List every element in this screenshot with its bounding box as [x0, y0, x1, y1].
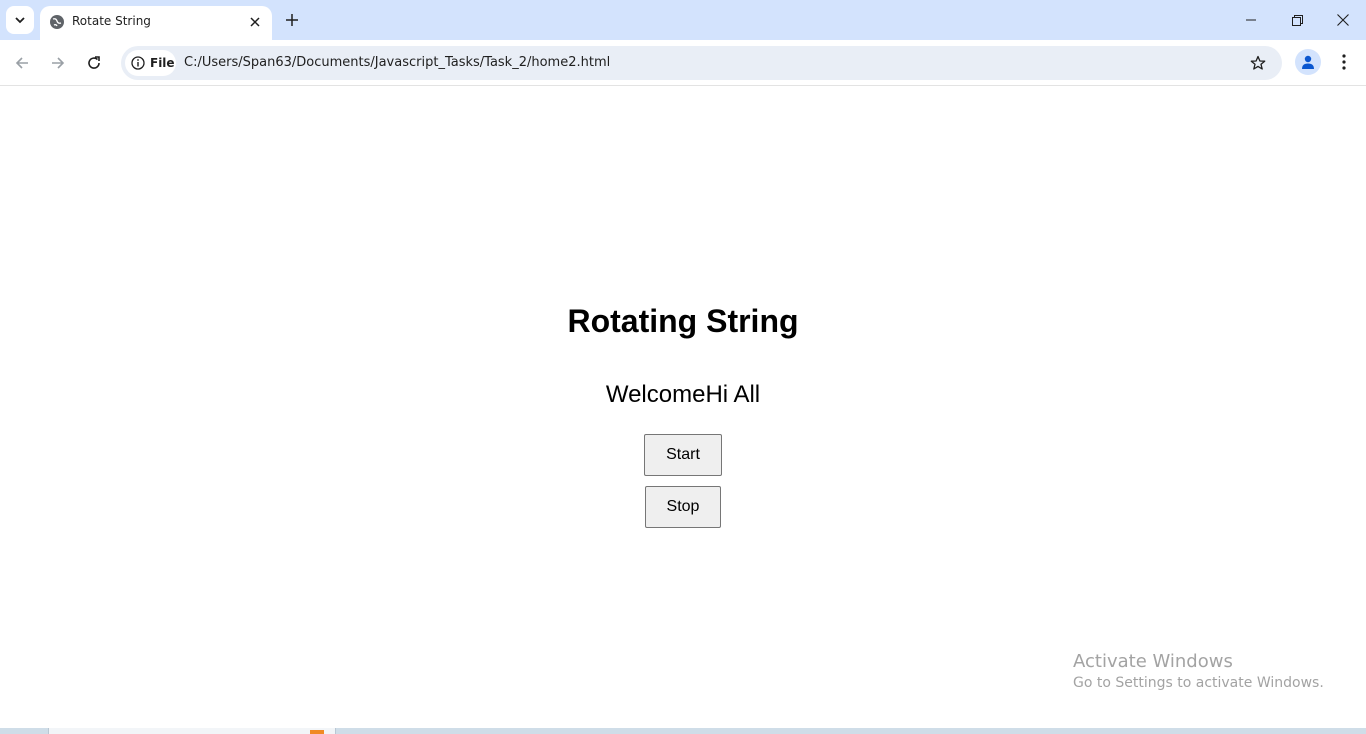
browser-titlebar: Rotate String: [0, 0, 1366, 40]
person-icon: [1302, 55, 1314, 69]
page-title: Rotating String: [567, 303, 799, 339]
info-icon: [131, 56, 145, 70]
forward-button[interactable]: [44, 49, 72, 77]
kebab-menu-icon: [1342, 54, 1346, 70]
browser-toolbar: File C:/Users/Span63/Documents/Javascrip…: [0, 40, 1366, 86]
taskbar-item[interactable]: [48, 728, 336, 734]
tab-close-button[interactable]: [246, 13, 264, 31]
arrow-right-icon: [52, 57, 65, 69]
minimize-button[interactable]: [1228, 0, 1274, 40]
watermark-subtitle: Go to Settings to activate Windows.: [1073, 675, 1324, 691]
bookmark-button[interactable]: [1248, 53, 1268, 73]
reload-button[interactable]: [80, 49, 108, 77]
tab-title: Rotate String: [72, 14, 151, 28]
restore-icon: [1291, 14, 1303, 26]
watermark-title: Activate Windows: [1073, 651, 1233, 672]
close-icon: [1337, 14, 1349, 26]
address-bar[interactable]: File C:/Users/Span63/Documents/Javascrip…: [121, 46, 1282, 80]
back-button[interactable]: [8, 49, 36, 77]
plus-icon: [286, 14, 298, 26]
globe-icon: [50, 15, 64, 29]
stop-button[interactable]: Stop: [645, 486, 721, 528]
site-info-label: File: [150, 56, 175, 70]
reload-icon: [88, 56, 100, 69]
profile-button[interactable]: [1295, 49, 1321, 75]
browser-tab-active[interactable]: Rotate String: [40, 6, 272, 40]
windows-taskbar: [0, 728, 1366, 734]
taskbar-accent: [310, 730, 324, 734]
minimize-icon: [1246, 19, 1256, 21]
browser-menu-button[interactable]: [1333, 49, 1355, 75]
rotating-string-text: WelcomeHi All: [605, 381, 761, 408]
close-window-button[interactable]: [1320, 0, 1366, 40]
close-icon: [250, 17, 260, 27]
arrow-left-icon: [15, 57, 28, 69]
chevron-down-icon: [15, 17, 25, 24]
activate-windows-watermark: Activate Windows Go to Settings to activ…: [1073, 651, 1324, 691]
new-tab-button[interactable]: [280, 8, 304, 32]
site-info-chip[interactable]: File: [125, 50, 176, 76]
restore-button[interactable]: [1274, 0, 1320, 40]
url-text[interactable]: C:/Users/Span63/Documents/Javascript_Tas…: [184, 55, 610, 70]
page-content: Rotating String WelcomeHi All Start Stop…: [0, 87, 1366, 728]
start-button[interactable]: Start: [644, 434, 722, 476]
star-icon: [1250, 55, 1266, 70]
tab-search-button[interactable]: [6, 6, 34, 34]
